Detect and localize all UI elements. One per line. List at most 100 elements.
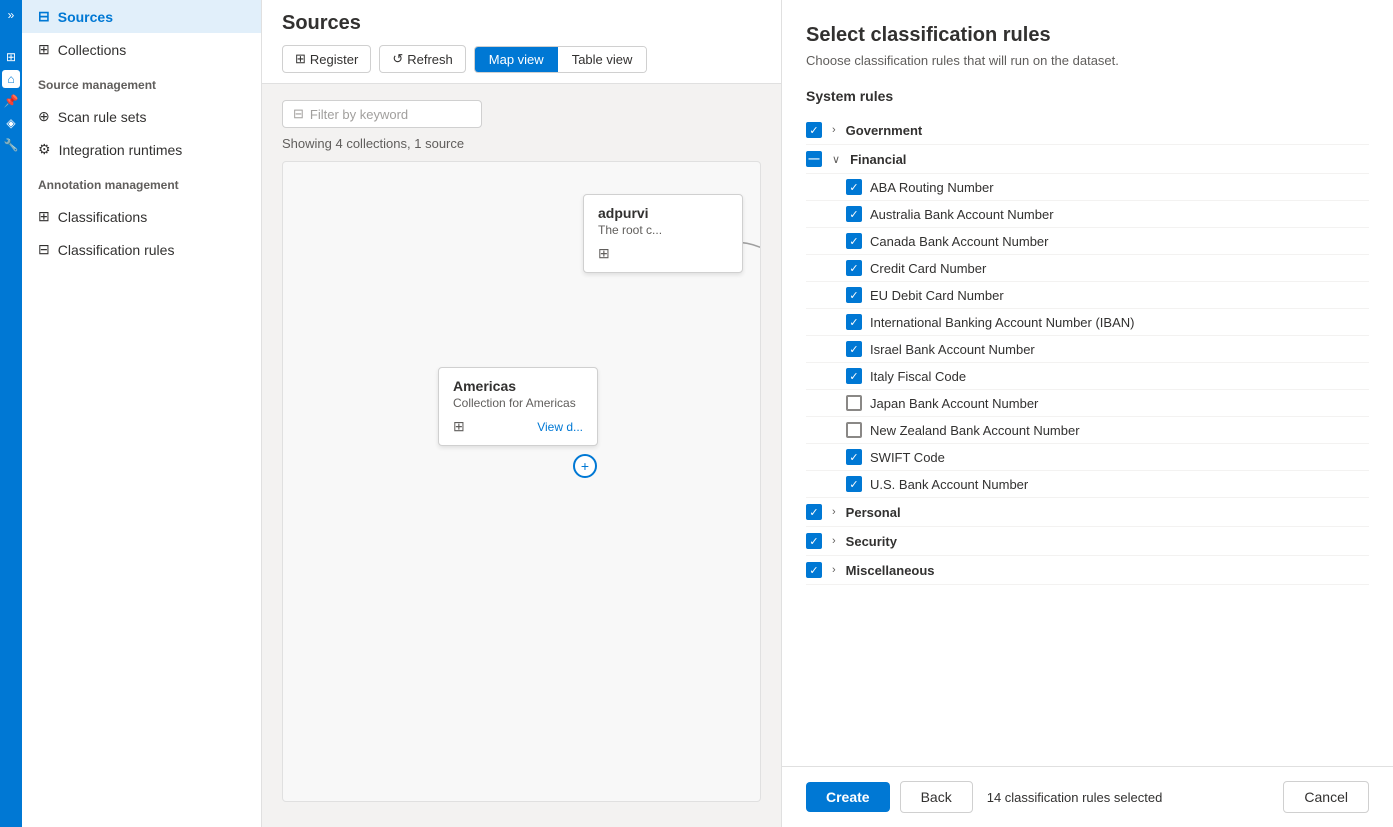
- cancel-button[interactable]: Cancel: [1283, 781, 1369, 813]
- scan-icon: ⊕: [38, 108, 50, 125]
- credit-card-checkbox[interactable]: ✓: [846, 260, 862, 276]
- americas-card-subtitle: Collection for Americas: [453, 396, 583, 410]
- iban-checkbox[interactable]: ✓: [846, 314, 862, 330]
- grid-icon[interactable]: ⊞: [2, 48, 20, 66]
- security-row: ✓ › Security: [806, 527, 1369, 556]
- view-toggle: Map view Table view: [474, 46, 648, 73]
- swift-row: ✓ SWIFT Code: [806, 444, 1369, 471]
- filter-bar: ⊟ Filter by keyword: [282, 100, 761, 128]
- expand-icon[interactable]: »: [2, 6, 20, 24]
- refresh-button[interactable]: ↺ Refresh: [379, 45, 465, 73]
- pin-icon[interactable]: 📌: [2, 92, 20, 110]
- credit-card-label: Credit Card Number: [870, 261, 986, 276]
- personal-label: Personal: [846, 505, 901, 520]
- home-icon[interactable]: ⌂: [2, 70, 20, 88]
- sidebar: ⊟ Sources ⊞ Collections Source managemen…: [22, 0, 262, 827]
- map-area: ⊟ Filter by keyword Showing 4 collection…: [262, 84, 781, 827]
- miscellaneous-row: ✓ › Miscellaneous: [806, 556, 1369, 585]
- page-header: Sources ⊞ Register ↺ Refresh Map view Ta…: [262, 0, 781, 84]
- americas-card-footer: ⊞ View d...: [453, 418, 583, 435]
- register-button[interactable]: ⊞ Register: [282, 45, 371, 73]
- financial-children: ✓ ABA Routing Number ✓ Australia Bank Ac…: [806, 174, 1369, 498]
- panel-body: Select classification rules Choose class…: [782, 0, 1393, 766]
- system-rules-label: System rules: [806, 88, 1369, 104]
- japan-checkbox[interactable]: [846, 395, 862, 411]
- australia-label: Australia Bank Account Number: [870, 207, 1054, 222]
- back-button[interactable]: Back: [900, 781, 973, 813]
- personal-checkbox[interactable]: ✓: [806, 504, 822, 520]
- aba-row: ✓ ABA Routing Number: [806, 174, 1369, 201]
- government-chevron[interactable]: ›: [830, 124, 838, 136]
- view-details-link[interactable]: View d...: [537, 420, 583, 434]
- sidebar-item-scan-rule-sets[interactable]: ⊕ Scan rule sets: [22, 100, 261, 133]
- sidebar-item-sources-label: Sources: [58, 9, 113, 25]
- panel-subtitle: Choose classification rules that will ru…: [806, 53, 1369, 68]
- toolbox-icon[interactable]: 🔧: [2, 136, 20, 154]
- financial-row: — ∨ Financial: [806, 145, 1369, 174]
- credit-card-row: ✓ Credit Card Number: [806, 255, 1369, 282]
- page-title: Sources: [282, 12, 761, 35]
- filter-icon: ⊟: [293, 106, 304, 122]
- right-panel: Select classification rules Choose class…: [781, 0, 1393, 827]
- refresh-icon: ↺: [392, 51, 403, 67]
- security-chevron[interactable]: ›: [830, 535, 838, 547]
- miscellaneous-checkbox[interactable]: ✓: [806, 562, 822, 578]
- filter-placeholder: Filter by keyword: [310, 107, 408, 122]
- us-bank-checkbox[interactable]: ✓: [846, 476, 862, 492]
- filter-input-container[interactable]: ⊟ Filter by keyword: [282, 100, 482, 128]
- cube-icon[interactable]: ◈: [2, 114, 20, 132]
- panel-footer: Create Back 14 classification rules sele…: [782, 766, 1393, 827]
- sidebar-item-sources[interactable]: ⊟ Sources: [22, 0, 261, 33]
- sidebar-item-collections[interactable]: ⊞ Collections: [22, 33, 261, 66]
- personal-row: ✓ › Personal: [806, 498, 1369, 527]
- israel-checkbox[interactable]: ✓: [846, 341, 862, 357]
- sidebar-item-classifications-label: Classifications: [58, 209, 147, 225]
- sidebar-item-integration-label: Integration runtimes: [59, 142, 183, 158]
- australia-row: ✓ Australia Bank Account Number: [806, 201, 1369, 228]
- sidebar-item-collections-label: Collections: [58, 42, 126, 58]
- classifications-icon: ⊞: [38, 208, 50, 225]
- us-bank-label: U.S. Bank Account Number: [870, 477, 1028, 492]
- map-canvas: adpurvi The root c... ⊞ Americas Collect…: [282, 161, 761, 802]
- us-bank-row: ✓ U.S. Bank Account Number: [806, 471, 1369, 498]
- integration-icon: ⚙: [38, 141, 51, 158]
- showing-text: Showing 4 collections, 1 source: [282, 136, 761, 151]
- personal-chevron[interactable]: ›: [830, 506, 838, 518]
- table-view-button[interactable]: Table view: [558, 47, 647, 72]
- register-icon: ⊞: [295, 51, 306, 67]
- government-row: ✓ › Government: [806, 116, 1369, 145]
- israel-row: ✓ Israel Bank Account Number: [806, 336, 1369, 363]
- create-button[interactable]: Create: [806, 782, 890, 812]
- miscellaneous-chevron[interactable]: ›: [830, 564, 838, 576]
- australia-checkbox[interactable]: ✓: [846, 206, 862, 222]
- canada-label: Canada Bank Account Number: [870, 234, 1049, 249]
- financial-chevron[interactable]: ∨: [830, 153, 842, 166]
- sidebar-item-integration-runtimes[interactable]: ⚙ Integration runtimes: [22, 133, 261, 166]
- americas-card: Americas Collection for Americas ⊞ View …: [438, 367, 598, 446]
- nz-label: New Zealand Bank Account Number: [870, 423, 1080, 438]
- japan-label: Japan Bank Account Number: [870, 396, 1038, 411]
- add-collection-button[interactable]: +: [573, 454, 597, 478]
- sidebar-item-scan-label: Scan rule sets: [58, 109, 147, 125]
- sidebar-item-classification-rules[interactable]: ⊟ Classification rules: [22, 233, 261, 266]
- security-checkbox[interactable]: ✓: [806, 533, 822, 549]
- swift-checkbox[interactable]: ✓: [846, 449, 862, 465]
- left-rail: » ⊞ ⌂ 📌 ◈ 🔧: [0, 0, 22, 827]
- eu-debit-checkbox[interactable]: ✓: [846, 287, 862, 303]
- sidebar-item-classifications[interactable]: ⊞ Classifications: [22, 200, 261, 233]
- italy-row: ✓ Italy Fiscal Code: [806, 363, 1369, 390]
- nz-checkbox[interactable]: [846, 422, 862, 438]
- financial-checkbox[interactable]: —: [806, 151, 822, 167]
- iban-label: International Banking Account Number (IB…: [870, 315, 1134, 330]
- government-checkbox[interactable]: ✓: [806, 122, 822, 138]
- register-label: Register: [310, 52, 358, 67]
- canada-checkbox[interactable]: ✓: [846, 233, 862, 249]
- toolbar: ⊞ Register ↺ Refresh Map view Table view: [282, 45, 761, 83]
- sidebar-item-classification-rules-label: Classification rules: [58, 242, 175, 258]
- iban-row: ✓ International Banking Account Number (…: [806, 309, 1369, 336]
- map-view-button[interactable]: Map view: [475, 47, 558, 72]
- italy-checkbox[interactable]: ✓: [846, 368, 862, 384]
- americas-card-grid-icon: ⊞: [453, 418, 465, 435]
- italy-label: Italy Fiscal Code: [870, 369, 966, 384]
- aba-checkbox[interactable]: ✓: [846, 179, 862, 195]
